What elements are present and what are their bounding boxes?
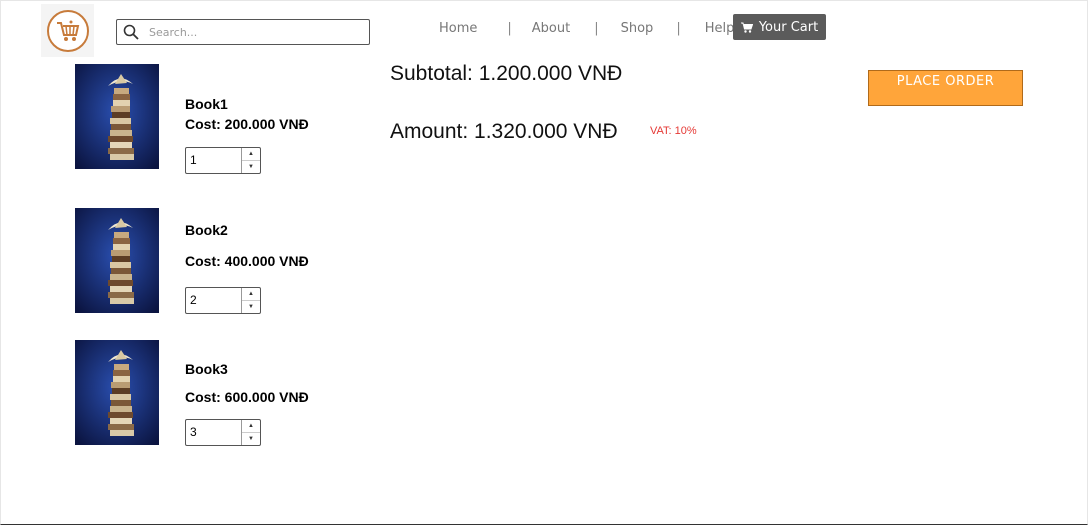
main-nav: Home | About | Shop | Help [430, 21, 734, 36]
book-image [75, 64, 159, 169]
shopping-cart-logo-icon [46, 9, 89, 52]
nav-home[interactable]: Home [439, 21, 477, 36]
book-cost: Cost: 400.000 VNĐ [185, 253, 309, 269]
decrement-arrow-icon[interactable]: ▼ [242, 160, 260, 173]
nav-help[interactable]: Help [705, 21, 735, 36]
quantity-value[interactable]: 3 [186, 420, 241, 445]
amount-text: Amount: 1.320.000 VNĐ [390, 120, 618, 143]
stepper-arrows: ▲ ▼ [241, 148, 260, 173]
vat-label: VAT: 10% [650, 125, 697, 137]
book-cost: Cost: 200.000 VNĐ [185, 116, 309, 132]
decrement-arrow-icon[interactable]: ▼ [242, 300, 260, 313]
search-input[interactable] [147, 24, 361, 40]
search-box[interactable] [116, 19, 370, 45]
your-cart-button[interactable]: Your Cart [733, 14, 826, 40]
nav-separator: | [507, 21, 512, 36]
book-title: Book3 [185, 361, 228, 377]
book-cost: Cost: 600.000 VNĐ [185, 389, 309, 405]
quantity-stepper[interactable]: 2 ▲ ▼ [185, 287, 261, 314]
search-icon [123, 24, 139, 40]
increment-arrow-icon[interactable]: ▲ [242, 288, 260, 300]
increment-arrow-icon[interactable]: ▲ [242, 148, 260, 160]
book-title: Book2 [185, 222, 228, 238]
nav-separator: | [594, 21, 599, 36]
quantity-value[interactable]: 2 [186, 288, 241, 313]
stepper-arrows: ▲ ▼ [241, 288, 260, 313]
quantity-value[interactable]: 1 [186, 148, 241, 173]
cart-icon [740, 22, 753, 33]
logo[interactable] [41, 4, 94, 57]
quantity-stepper[interactable]: 3 ▲ ▼ [185, 419, 261, 446]
stepper-arrows: ▲ ▼ [241, 420, 260, 445]
decrement-arrow-icon[interactable]: ▼ [242, 432, 260, 445]
nav-about[interactable]: About [532, 21, 570, 36]
increment-arrow-icon[interactable]: ▲ [242, 420, 260, 432]
book-title: Book1 [185, 96, 228, 112]
subtotal-text: Subtotal: 1.200.000 VNĐ [390, 62, 623, 85]
nav-separator: | [676, 21, 681, 36]
cart-button-label: Your Cart [758, 19, 819, 35]
nav-shop[interactable]: Shop [621, 21, 654, 36]
book-image [75, 208, 159, 313]
place-order-button[interactable]: PLACE ORDER [868, 70, 1023, 106]
book-image [75, 340, 159, 445]
quantity-stepper[interactable]: 1 ▲ ▼ [185, 147, 261, 174]
